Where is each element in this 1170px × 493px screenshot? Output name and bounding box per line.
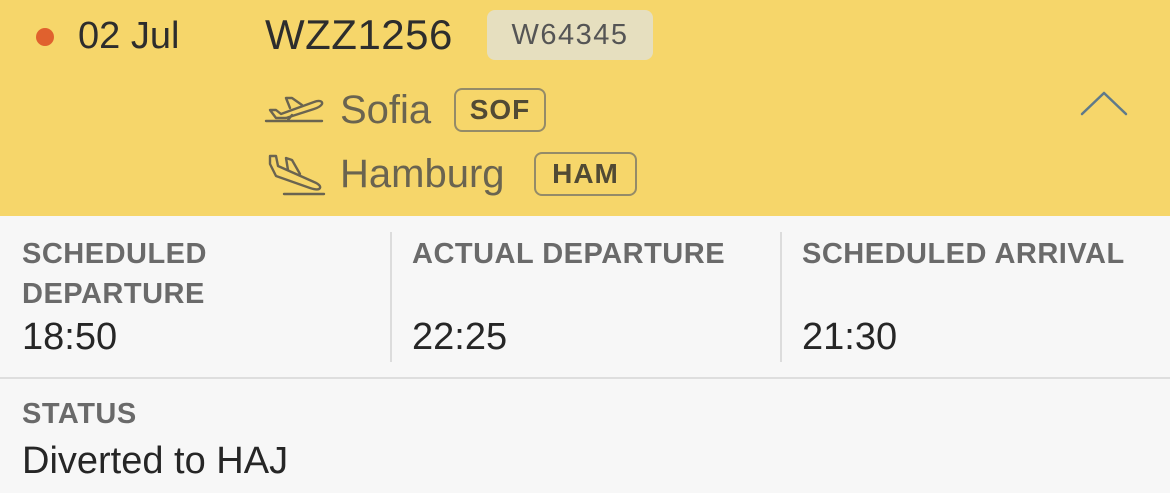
registration-badge: W64345 [487,10,653,60]
chevron-up-icon[interactable] [1076,84,1132,124]
status-dot [36,28,54,46]
scheduled-departure-time: 18:50 [22,316,118,358]
scheduled-departure: SCHEDULED DEPARTURE 18:50 [0,216,390,378]
takeoff-icon [264,96,324,123]
flight-date: 02 Jul [78,15,180,57]
flight-times: SCHEDULED DEPARTURE 18:50 ACTUAL DEPARTU… [0,216,1170,378]
flight-number: WZZ1256 [265,11,453,58]
departure-airport-code: SOF [454,88,546,132]
status-value: Diverted to HAJ [22,440,289,482]
actual-departure: ACTUAL DEPARTURE 22:25 [390,216,780,378]
section-divider [0,377,1170,379]
scheduled-arrival: SCHEDULED ARRIVAL 21:30 [780,216,1170,378]
actual-departure-time: 22:25 [412,316,508,358]
landing-icon [268,154,326,196]
actual-departure-label: ACTUAL DEPARTURE [412,238,726,270]
scheduled-arrival-label: SCHEDULED ARRIVAL [802,238,1125,270]
scheduled-departure-label: SCHEDULED DEPARTURE [22,238,207,310]
scheduled-arrival-time: 21:30 [802,316,898,358]
departure-city: Sofia [340,88,432,132]
flight-card-header[interactable]: 02 Jul WZZ1256 W64345 Sofia SOF Hamburg … [0,0,1170,216]
arrival-airport-code: HAM [534,152,637,196]
status-label: STATUS [22,398,137,430]
arrival-city: Hamburg [340,152,505,196]
